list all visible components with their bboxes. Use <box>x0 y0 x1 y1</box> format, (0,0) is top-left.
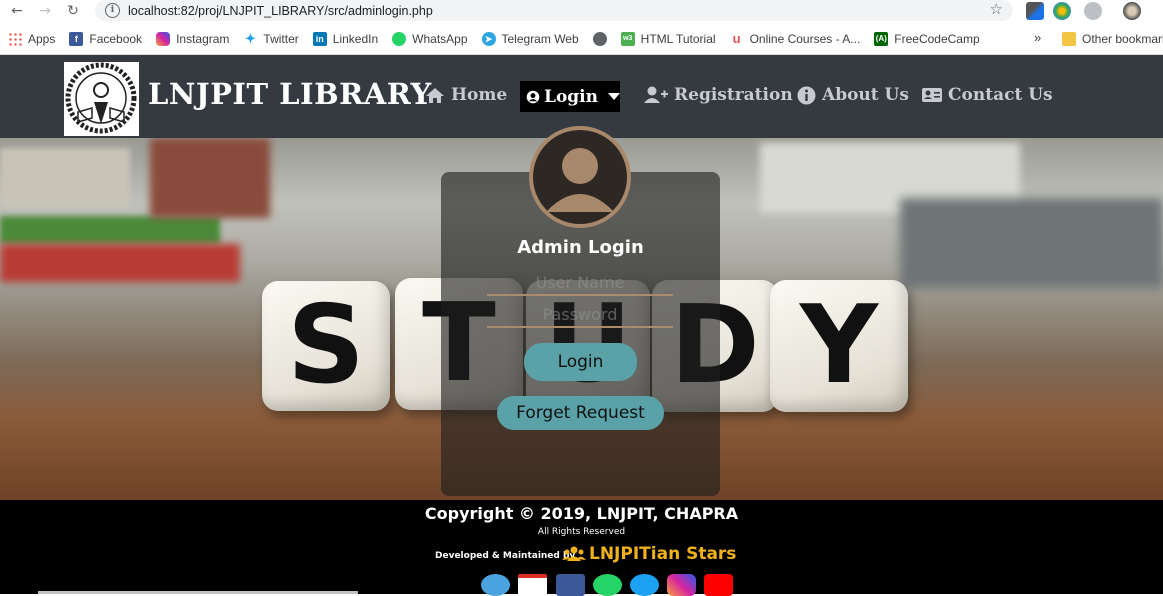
bookmark-instagram[interactable]: Instagram <box>156 32 229 46</box>
site-brand[interactable]: LNJPIT LIBRARY <box>148 77 432 111</box>
bookmark-whatsapp[interactable]: WhatsApp <box>392 32 468 46</box>
whatsapp-icon <box>392 32 407 46</box>
w3schools-icon: w3 <box>620 32 635 46</box>
nav-registration[interactable]: Registration <box>644 85 793 105</box>
gmail-icon[interactable] <box>518 574 547 596</box>
team-name[interactable]: LNJPITian Stars <box>589 544 736 564</box>
background-book <box>0 216 220 244</box>
nav-about-label: About Us <box>822 85 909 105</box>
bookmark-globe[interactable] <box>592 32 613 46</box>
study-die: Y <box>770 280 908 412</box>
back-icon[interactable]: ← <box>6 3 28 19</box>
apps-grid-icon <box>8 32 22 46</box>
telegram-icon: ➤ <box>481 32 496 46</box>
admin-avatar-icon <box>529 126 631 228</box>
bookmark-label: LinkedIn <box>332 32 379 46</box>
bookmarks-bar: Apps f Facebook Instagram ✦ Twitter in L… <box>0 24 1163 55</box>
bookmark-label: Telegram Web <box>501 32 579 46</box>
background-book <box>900 198 1163 288</box>
profile-avatar[interactable] <box>1123 2 1141 20</box>
college-logo[interactable] <box>64 62 139 136</box>
nav-contact-label: Contact Us <box>948 85 1053 105</box>
address-bar[interactable]: i localhost:82/proj/LNJPIT_LIBRARY/src/a… <box>95 0 1013 21</box>
nav-registration-label: Registration <box>674 85 793 105</box>
login-title: Admin Login <box>517 237 644 258</box>
info-circle-icon <box>797 86 816 104</box>
user-plus-icon <box>644 86 668 103</box>
login-button[interactable]: Login <box>524 343 637 381</box>
bookmark-star-icon[interactable]: ☆ <box>990 0 1003 18</box>
website-icon[interactable] <box>481 574 510 596</box>
instagram-icon[interactable] <box>667 574 696 596</box>
udemy-icon: u <box>732 31 741 46</box>
bookmark-label: HTML Tutorial <box>640 32 716 46</box>
site-footer: Copyright © 2019, LNJPIT, CHAPRA All Rig… <box>0 500 1163 596</box>
extension-globe-icon[interactable] <box>1053 2 1071 20</box>
bookmarks-overflow-icon[interactable]: » <box>1034 30 1041 45</box>
bookmark-label: Twitter <box>263 32 299 46</box>
password-input[interactable] <box>487 302 673 328</box>
background-book <box>150 138 270 218</box>
info-icon[interactable]: i <box>105 3 120 18</box>
extension-help-icon[interactable] <box>1084 2 1102 20</box>
developed-by-text: Developed & Maintained by <box>435 551 576 561</box>
nav-login-label: Login <box>544 86 598 107</box>
nav-home[interactable]: Home <box>425 85 507 105</box>
bookmark-html-tutorial[interactable]: w3 HTML Tutorial <box>620 32 716 46</box>
username-input[interactable] <box>487 270 673 296</box>
nav-home-label: Home <box>451 85 508 105</box>
twitter-icon[interactable] <box>630 574 659 596</box>
instagram-icon <box>156 32 171 46</box>
rights-text: All Rights Reserved <box>537 527 626 537</box>
study-die: S <box>262 281 390 411</box>
bookmark-other[interactable]: Other bookmark <box>1062 32 1163 46</box>
extension-pen-icon[interactable] <box>1026 2 1044 20</box>
globe-icon <box>592 32 607 46</box>
freecodecamp-icon: (A) <box>874 32 889 46</box>
nav-login-dropdown[interactable]: Login <box>520 81 620 112</box>
linkedin-icon: in <box>312 32 327 46</box>
browser-toolbar: ← → ↻ i localhost:82/proj/LNJPIT_LIBRARY… <box>0 0 1163 22</box>
bookmark-label: WhatsApp <box>412 32 468 46</box>
bookmark-label: Online Courses - A... <box>749 32 861 46</box>
twitter-icon: ✦ <box>244 31 256 46</box>
background-book <box>0 244 240 282</box>
user-circle-icon <box>526 90 540 103</box>
youtube-icon[interactable] <box>704 574 733 596</box>
folder-icon <box>1062 32 1076 46</box>
bookmark-apps[interactable]: Apps <box>8 32 55 46</box>
bookmark-label: Other bookmark <box>1082 32 1163 46</box>
bookmark-twitter[interactable]: ✦ Twitter <box>243 31 299 47</box>
bookmark-telegram[interactable]: ➤ Telegram Web <box>481 32 579 46</box>
forward-icon[interactable]: → <box>34 3 56 19</box>
bookmark-label: Facebook <box>89 32 143 46</box>
bookmark-label: FreeCodeCamp <box>894 32 980 46</box>
url-text[interactable]: localhost:82/proj/LNJPIT_LIBRARY/src/adm… <box>128 4 433 18</box>
bookmark-freecodecamp[interactable]: (A) FreeCodeCamp <box>874 32 980 46</box>
whatsapp-icon[interactable] <box>593 574 622 596</box>
copyright-text: Copyright © 2019, LNJPIT, CHAPRA <box>424 504 739 523</box>
forget-request-button[interactable]: Forget Request <box>497 396 664 430</box>
bookmark-linkedin[interactable]: in LinkedIn <box>312 32 379 46</box>
chevron-down-icon <box>608 93 620 100</box>
bookmark-label: Instagram <box>176 32 230 46</box>
background-book <box>0 148 130 208</box>
facebook-icon: f <box>69 32 84 46</box>
bookmark-facebook[interactable]: f Facebook <box>69 32 142 46</box>
nav-about[interactable]: About Us <box>797 85 909 105</box>
nav-contact[interactable]: Contact Us <box>922 85 1053 105</box>
home-icon <box>426 87 444 103</box>
users-icon <box>562 546 586 561</box>
facebook-icon[interactable] <box>556 574 585 596</box>
address-card-icon <box>922 88 942 102</box>
reload-icon[interactable]: ↻ <box>62 3 84 19</box>
bookmark-label: Apps <box>28 32 56 46</box>
bookmark-online-courses[interactable]: u Online Courses - A... <box>730 31 861 47</box>
